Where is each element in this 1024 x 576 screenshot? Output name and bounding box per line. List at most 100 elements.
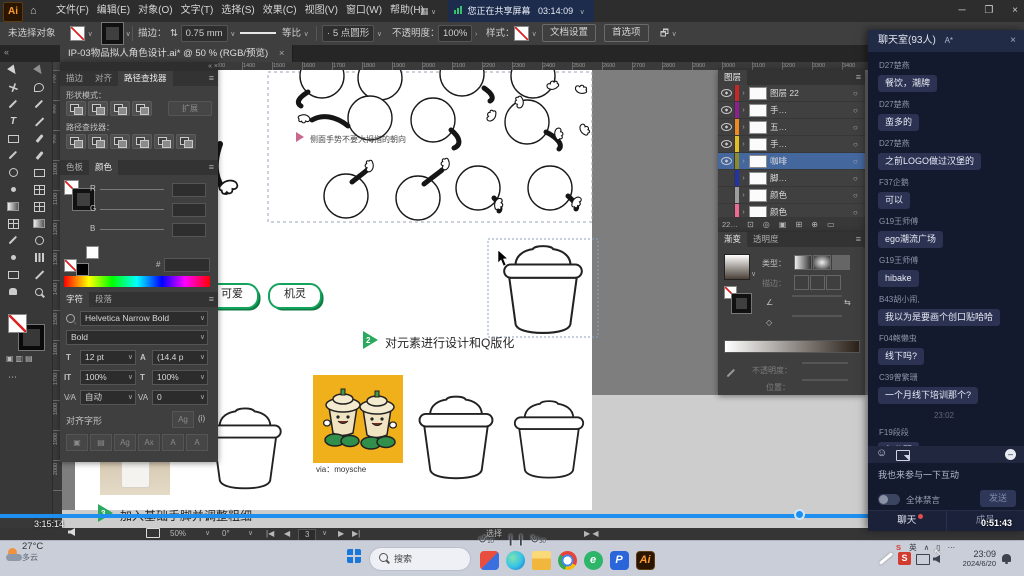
h-scale-field[interactable]: 100%∨	[152, 370, 208, 385]
shaper-tool[interactable]	[26, 147, 52, 164]
glyph-option-1[interactable]: ▣	[66, 434, 88, 451]
ime-indicator[interactable]: 英	[909, 543, 917, 552]
expand-arrow-icon[interactable]: ›	[739, 209, 748, 216]
tag-button-clever[interactable]: 机灵	[268, 283, 322, 309]
brush-dropdown[interactable]: · 5 点圆形 ∨	[322, 22, 382, 46]
slice-tool[interactable]	[26, 266, 52, 283]
curvature-tool[interactable]	[26, 96, 52, 113]
stroke-along-button[interactable]	[810, 275, 825, 290]
chat-close-icon[interactable]: ×	[1010, 30, 1016, 52]
visibility-toggle[interactable]	[718, 136, 735, 152]
minus-back-button[interactable]	[176, 134, 196, 149]
paintbrush-tool[interactable]	[26, 130, 52, 147]
taskbar-app-chrome[interactable]	[554, 551, 580, 575]
target-circle-icon[interactable]: ○	[853, 208, 865, 217]
stroke-swatch[interactable]: ∨	[102, 22, 131, 46]
location-field[interactable]: ∨	[802, 379, 848, 381]
leading-field[interactable]: (14.4 p∨	[152, 350, 208, 365]
taskbar-app-edge[interactable]	[502, 551, 528, 575]
s-mini-icon[interactable]: S	[896, 543, 901, 552]
locate-icon[interactable]: ◎	[763, 220, 770, 229]
tab-stroke[interactable]: 描边	[60, 71, 89, 86]
minimize-button[interactable]: ─	[959, 5, 966, 16]
visibility-toggle[interactable]	[718, 187, 735, 203]
status-expand-icon[interactable]: ▶ ◀	[584, 528, 599, 540]
chat-font-size-badge[interactable]: A*	[945, 36, 953, 45]
selection-tool[interactable]	[0, 62, 26, 79]
target-circle-icon[interactable]: ○	[853, 174, 865, 183]
b-value[interactable]	[172, 223, 206, 237]
collapse-chat-icon[interactable]: –	[1005, 449, 1016, 460]
chat-message-list[interactable]: D27楚燕餐饮，潮牌D27楚燕蛮多的D27楚燕之前LOGO做过汉堡的F37企鹅可…	[868, 52, 1024, 446]
gradient-stroke-proxy[interactable]	[732, 294, 751, 313]
visibility-toggle[interactable]	[718, 119, 735, 135]
arrange-icon[interactable]: 🗗 ∨	[660, 22, 677, 46]
document-setup-button[interactable]: 文档设置	[542, 22, 596, 45]
make-mask-icon[interactable]: ▣	[779, 220, 787, 229]
draw-mode-buttons[interactable]: ▣▥▤	[6, 354, 48, 363]
font-family-field[interactable]: Helvetica Narrow Bold∨	[80, 311, 208, 326]
black-swatch[interactable]	[76, 263, 89, 276]
illustrator-logo-icon[interactable]: Ai	[3, 2, 23, 22]
gradient-slider[interactable]	[724, 340, 860, 353]
taskbar-app-ie-browser[interactable]: e	[580, 551, 606, 575]
width-tool[interactable]	[0, 181, 26, 198]
target-circle-icon[interactable]: ○	[853, 157, 865, 166]
free-transform-tool[interactable]	[26, 181, 52, 198]
unite-button[interactable]	[66, 101, 86, 116]
fill-swatch[interactable]: ∨	[70, 22, 93, 46]
menu-item[interactable]: 对象(O)	[134, 0, 176, 22]
type-tool[interactable]: T	[0, 113, 26, 130]
menu-item[interactable]: 文字(T)	[177, 0, 218, 22]
menu-item[interactable]: 效果(C)	[259, 0, 301, 22]
artboard-chevron[interactable]: ∨	[322, 528, 327, 540]
new-layer-icon[interactable]: ⊕	[811, 220, 818, 229]
chevron-down-icon[interactable]: ∨	[580, 9, 585, 16]
freeform-gradient-button[interactable]	[832, 255, 850, 270]
toolbox-more-icon[interactable]: ⋯	[8, 372, 17, 383]
gradient-eyedropper-icon[interactable]	[727, 369, 736, 378]
tracking-field[interactable]: 0∨	[152, 390, 208, 405]
tab-color[interactable]: 颜色	[89, 160, 118, 175]
font-style-field[interactable]: Bold∨	[66, 330, 208, 345]
v-scale-field[interactable]: 100%∨	[80, 370, 136, 385]
linear-gradient-button[interactable]	[794, 255, 812, 270]
panel-menu-icon[interactable]: ≡	[209, 71, 214, 86]
artboard-tool[interactable]	[0, 266, 26, 283]
layer-row[interactable]: ›脚…○	[718, 170, 865, 187]
emoji-icon[interactable]: ☺	[876, 447, 887, 459]
zoom-tool[interactable]	[26, 283, 52, 300]
column-graph-tool[interactable]	[26, 249, 52, 266]
pen-tool[interactable]	[0, 96, 26, 113]
tab-paragraph[interactable]: 段落	[89, 292, 118, 307]
font-search-icon[interactable]	[66, 314, 75, 323]
glyph-option-4[interactable]: Ax	[138, 434, 160, 451]
tab-layers[interactable]: 图层	[718, 70, 747, 85]
reverse-gradient-icon[interactable]: ⇆	[844, 298, 851, 307]
radial-gradient-button[interactable]	[813, 255, 831, 270]
eyedropper-tool[interactable]	[0, 232, 26, 249]
angle-field[interactable]: ∨	[792, 295, 842, 297]
start-button[interactable]	[347, 549, 361, 563]
layout-switcher-icon[interactable]: ▦ ∨	[420, 0, 436, 24]
minus-front-button[interactable]	[88, 101, 108, 116]
g-value[interactable]	[172, 203, 206, 217]
tab-align[interactable]: 对齐	[89, 71, 118, 86]
menu-item[interactable]: 编辑(E)	[93, 0, 134, 22]
font-size-field[interactable]: 12 pt∨	[80, 350, 136, 365]
stroke-within-button[interactable]	[794, 275, 809, 290]
maximize-button[interactable]: ❐	[984, 5, 993, 16]
rotation-chevron[interactable]: ∨	[248, 528, 253, 540]
expand-button[interactable]: 扩展	[168, 101, 212, 116]
forward-30-button[interactable]: ↻30	[530, 533, 546, 546]
next-frame-icon[interactable]: ▶	[338, 528, 344, 540]
outline-button[interactable]	[154, 134, 174, 149]
expand-arrow-icon[interactable]: ›	[739, 141, 748, 148]
rectangle-tool[interactable]	[0, 130, 26, 147]
layer-row[interactable]: ›手…○	[718, 102, 865, 119]
b-slider[interactable]	[100, 229, 164, 230]
zoom-chevron[interactable]: ∨	[205, 528, 210, 540]
preferences-button[interactable]: 首选项	[604, 22, 649, 45]
snap-glyph-button[interactable]: Ag	[172, 411, 194, 428]
s-app-icon[interactable]: S	[898, 552, 911, 565]
